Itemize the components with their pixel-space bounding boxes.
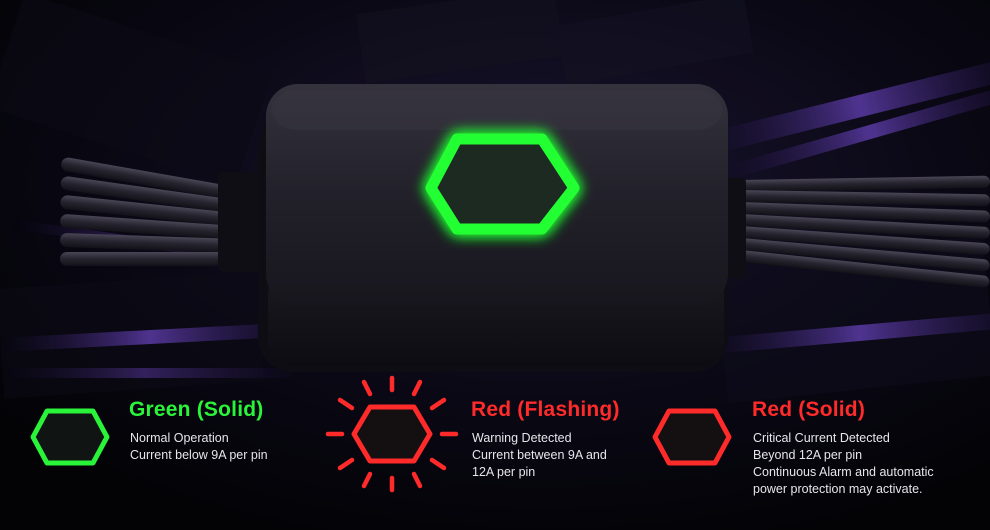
legend-line: Current below 9A per pin xyxy=(130,448,268,462)
red-flashing-hexagon-icon xyxy=(325,375,459,493)
device-logo-glow xyxy=(425,133,580,235)
legend-red-flashing: Red (Flashing) Warning Detected Current … xyxy=(318,375,658,522)
legend-line: Critical Current Detected xyxy=(753,431,890,445)
legend-title-red-solid: Red (Solid) xyxy=(752,398,866,421)
legend-line: Current between 9A and xyxy=(472,448,607,462)
legend-line: Normal Operation xyxy=(130,431,229,445)
legend-line: Warning Detected xyxy=(472,431,572,445)
legend-line: Beyond 12A per pin xyxy=(753,448,863,462)
legend-red-solid: Red (Solid) Critical Current Detected Be… xyxy=(640,392,990,522)
red-solid-hexagon-icon xyxy=(652,408,732,466)
green-solid-hexagon-icon xyxy=(30,408,110,466)
legend-title-red-flashing: Red (Flashing) xyxy=(471,398,620,421)
legend-line: Continuous Alarm and automatic xyxy=(753,465,934,479)
legend-line: 12A per pin xyxy=(472,465,536,479)
legend-green-solid: Green (Solid) Normal Operation Current b… xyxy=(0,392,330,512)
legend-title-green: Green (Solid) xyxy=(129,398,264,421)
legend-line: power protection may activate. xyxy=(753,482,923,496)
